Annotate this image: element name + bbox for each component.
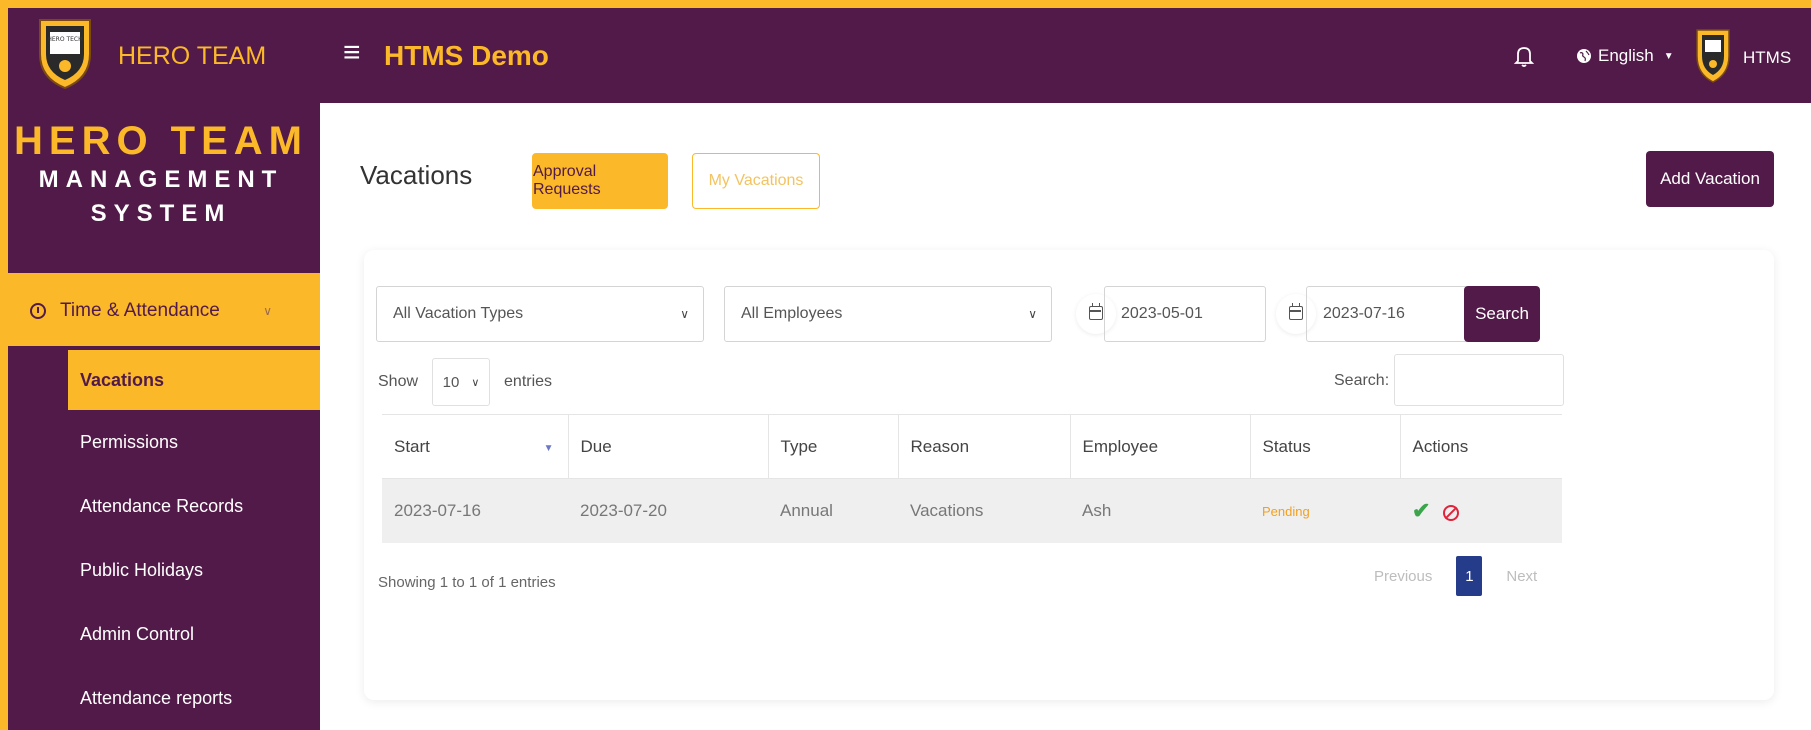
search-button[interactable]: Search: [1464, 286, 1540, 342]
tab-my-vacations[interactable]: My Vacations: [692, 153, 820, 209]
table-info: Showing 1 to 1 of 1 entries: [378, 574, 556, 591]
date-from-field[interactable]: 2023-05-01: [1104, 286, 1266, 342]
cell-status: Pending: [1250, 478, 1400, 543]
sidebar-items: Vacations Permissions Attendance Records…: [8, 346, 320, 730]
add-vacation-button[interactable]: Add Vacation: [1646, 151, 1774, 207]
pagination: Previous 1 Next: [1374, 556, 1537, 596]
vacation-type-value: All Vacation Types: [393, 305, 524, 322]
vacation-type-select[interactable]: All Vacation Types ∨: [376, 286, 704, 342]
sidebar-title-line3: SYSTEM: [90, 200, 232, 227]
language-label: English: [1598, 46, 1654, 65]
chevron-down-icon: ∨: [1028, 307, 1037, 321]
cell-actions: ✔: [1400, 478, 1562, 543]
show-label: Show: [378, 373, 419, 390]
language-selector[interactable]: English ▼: [1576, 46, 1674, 66]
cell-reason: Vacations: [898, 478, 1070, 543]
cell-start: 2023-07-16: [382, 478, 568, 543]
cell-due: 2023-07-20: [568, 478, 768, 543]
logo-text: HERO TECH: [47, 36, 82, 43]
chevron-down-icon: ∨: [263, 304, 272, 318]
pagination-page-1[interactable]: 1: [1456, 556, 1483, 596]
sidebar-title: HERO TEAM MANAGEMENT SYSTEM: [8, 119, 314, 231]
chevron-down-icon: ∨: [471, 376, 480, 389]
column-header-start[interactable]: Start ▼: [382, 414, 568, 479]
top-bar: HERO TECH HERO TEAM ≡ HTMS Demo English …: [8, 8, 1811, 103]
chevron-down-icon: ∨: [680, 307, 689, 321]
reject-block-icon[interactable]: [1443, 505, 1460, 522]
bell-icon[interactable]: [1513, 44, 1535, 68]
tab-approval-requests[interactable]: Approval Requests: [532, 153, 668, 209]
table-search-input[interactable]: [1394, 354, 1564, 406]
sidebar-item-attendance-reports[interactable]: Attendance reports: [8, 666, 320, 730]
sort-icon: ▼: [543, 442, 554, 454]
column-header-due[interactable]: Due: [567, 414, 768, 479]
entries-label: entries: [504, 373, 553, 390]
employee-select[interactable]: All Employees ∨: [724, 286, 1052, 342]
globe-icon: [1577, 49, 1591, 63]
pagination-previous[interactable]: Previous: [1374, 568, 1432, 585]
hero-tech-logo[interactable]: HERO TECH: [36, 14, 94, 90]
brand-name[interactable]: HERO TEAM: [118, 42, 266, 71]
page-title: Vacations: [360, 160, 473, 190]
page-length-control: Show 10 ∨ entries: [378, 354, 552, 410]
sidebar-group-time-attendance[interactable]: Time & Attendance ∨: [8, 276, 320, 346]
user-avatar[interactable]: [1694, 26, 1732, 84]
status-badge: Pending: [1262, 503, 1310, 519]
column-header-employee[interactable]: Employee: [1069, 414, 1250, 479]
column-header-actions: Actions: [1399, 414, 1562, 479]
sidebar-item-permissions[interactable]: Permissions: [8, 410, 320, 474]
header-label: Start: [394, 436, 430, 456]
sidebar: HERO TEAM MANAGEMENT SYSTEM Time & Atten…: [8, 103, 320, 730]
cell-type: Annual: [768, 478, 898, 543]
approve-check-icon[interactable]: ✔: [1412, 498, 1430, 523]
employee-value: All Employees: [741, 305, 843, 322]
sidebar-title-line2: MANAGEMENT: [38, 166, 284, 193]
page-length-select[interactable]: 10 ∨: [432, 358, 491, 406]
sidebar-item-vacations[interactable]: Vacations: [68, 350, 320, 410]
sidebar-item-attendance-records[interactable]: Attendance Records: [8, 474, 320, 538]
sidebar-title-line1: HERO TEAM: [14, 119, 308, 163]
app-title: HTMS Demo: [384, 40, 549, 71]
vacations-table: Start ▼ Due Type Reason Employee Status A…: [382, 414, 1562, 543]
column-header-reason[interactable]: Reason: [897, 414, 1070, 479]
page-length-value: 10: [442, 373, 460, 391]
table-search-label: Search:: [1334, 372, 1390, 389]
table-header-row: Start ▼ Due Type Reason Employee Status A…: [382, 414, 1562, 479]
sidebar-item-public-holidays[interactable]: Public Holidays: [8, 538, 320, 602]
column-header-type[interactable]: Type: [767, 414, 898, 479]
user-name[interactable]: HTMS: [1743, 48, 1791, 68]
sidebar-item-admin-control[interactable]: Admin Control: [8, 602, 320, 666]
sidebar-group-label: Time & Attendance: [60, 300, 220, 321]
menu-toggle-icon[interactable]: ≡: [343, 38, 361, 68]
vacations-card: All Vacation Types ∨ All Employees ∨ 202…: [364, 250, 1774, 700]
table-row: 2023-07-16 2023-07-20 Annual Vacations A…: [382, 478, 1562, 543]
column-header-status[interactable]: Status: [1249, 414, 1400, 479]
chevron-down-icon: ▼: [1663, 50, 1674, 62]
date-to-field[interactable]: 2023-07-16: [1306, 286, 1468, 342]
clock-icon: [30, 303, 46, 319]
pagination-next[interactable]: Next: [1506, 568, 1537, 585]
cell-employee: Ash: [1070, 478, 1250, 543]
main-content: Vacations Approval Requests My Vacations…: [320, 103, 1811, 730]
